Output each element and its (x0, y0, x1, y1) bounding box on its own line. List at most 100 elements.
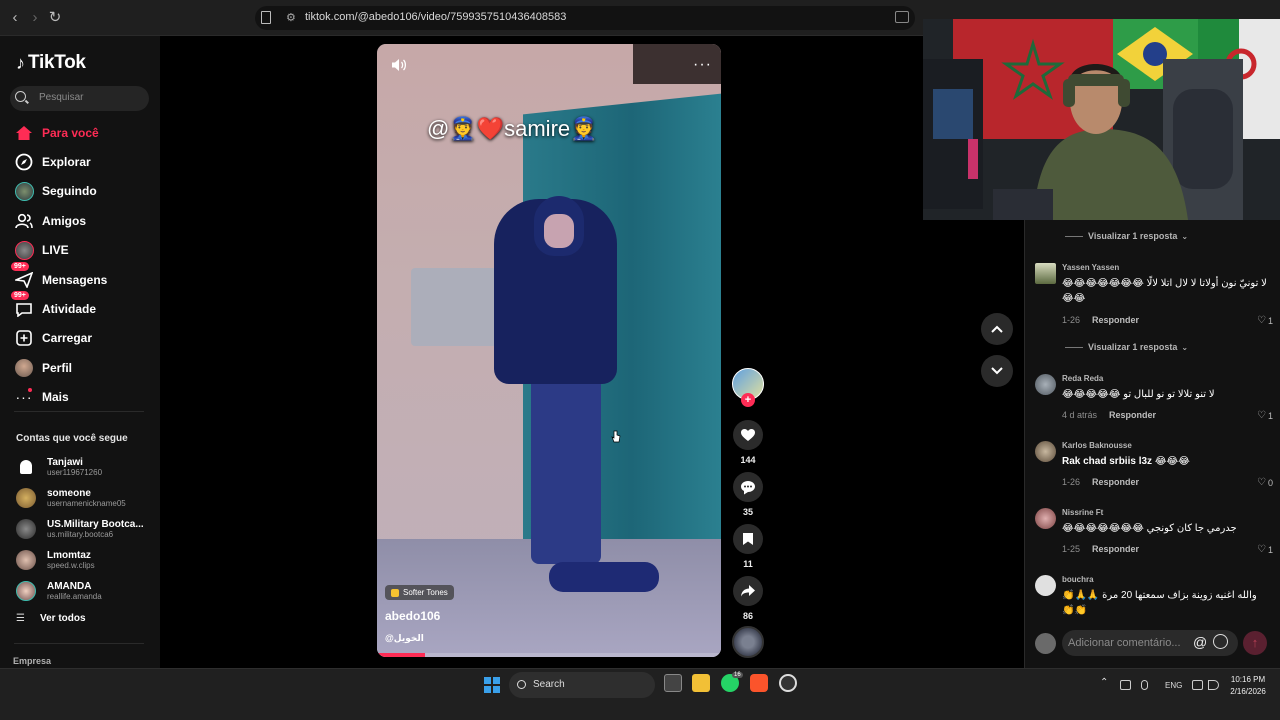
account-avatar (16, 550, 36, 570)
followed-account[interactable]: US.Military Bootca... us.military.bootca6 (16, 516, 144, 542)
commenter-avatar[interactable] (1035, 263, 1056, 284)
windows-start-icon[interactable] (484, 677, 500, 693)
sidebar-item-mensagens[interactable]: 99+ Mensagens (11, 262, 107, 291)
account-name: someone (47, 488, 91, 499)
sidebar-item-live[interactable]: LIVE (14, 239, 69, 261)
account-avatar (16, 519, 36, 539)
clock[interactable]: 10:16 PM 2/16/2026 (1226, 674, 1270, 698)
followed-account[interactable]: AMANDA reallife.amanda (16, 578, 102, 604)
video-overlay-text: @👮❤️samire👮 (427, 116, 598, 141)
mention-icon[interactable]: @ (1193, 634, 1207, 650)
commenter-avatar[interactable] (1035, 441, 1056, 462)
comment-like-button[interactable]: ♡ 0 (1257, 477, 1273, 488)
view-replies-button[interactable]: Visualizar 1 resposta ⌄ (1065, 231, 1188, 241)
messages-icon: 99+ (11, 262, 34, 290)
see-all-button[interactable]: ☰ Ver todos (16, 613, 86, 624)
sidebar-item-amigos[interactable]: Amigos (14, 210, 86, 232)
sidebar-divider (14, 643, 144, 644)
volume-icon[interactable] (1208, 680, 1219, 690)
sidebar-item-perfil[interactable]: Perfil (14, 357, 72, 379)
save-button[interactable] (733, 524, 763, 554)
commenter-name[interactable]: bouchra (1062, 575, 1094, 584)
company-link[interactable]: Empresa (13, 656, 51, 666)
sidebar-divider (14, 411, 144, 412)
followed-account[interactable]: someone usernamenickname05 (16, 485, 126, 511)
commenter-avatar[interactable] (1035, 374, 1056, 395)
view-replies-button[interactable]: Visualizar 1 resposta ⌄ (1065, 342, 1188, 352)
back-icon[interactable]: ‹ (6, 9, 24, 27)
language-indicator[interactable]: ENG (1165, 681, 1182, 690)
compass-icon (14, 152, 34, 172)
taskbar-search[interactable]: Search (509, 672, 655, 698)
task-view-icon[interactable] (664, 674, 682, 692)
sidebar-item-para-voce[interactable]: Para você (14, 122, 99, 144)
sidebar-item-explorar[interactable]: Explorar (14, 151, 91, 173)
following-accounts-title: Contas que você segue (16, 433, 128, 444)
commenter-name[interactable]: Reda Reda (1062, 374, 1103, 383)
music-chip[interactable]: Softer Tones (385, 585, 454, 600)
chevron-down-icon: ⌄ (1181, 342, 1189, 352)
microphone-icon[interactable] (1141, 680, 1148, 690)
follow-plus-icon[interactable]: + (741, 393, 755, 407)
next-video-button[interactable] (981, 355, 1013, 387)
like-count: 144 (740, 455, 756, 465)
sidebar: ♪ TikTok Pesquisar Para você Explorar Se… (0, 36, 160, 668)
commenter-name[interactable]: Yassen Yassen (1062, 263, 1119, 272)
commenter-avatar[interactable] (1035, 575, 1056, 596)
chevron-up-icon (991, 325, 1003, 333)
extension-icon[interactable] (895, 11, 909, 23)
reload-icon[interactable]: ↻ (46, 9, 64, 27)
site-info-icon[interactable]: ⚙ (286, 11, 296, 24)
video-caption[interactable]: @الخويل (385, 633, 424, 644)
followed-account[interactable]: Lmomtaz speed.w.clips (16, 547, 95, 573)
volume-icon[interactable] (391, 58, 407, 72)
address-bar[interactable]: ⚙ tiktok.com/@abedo106/video/75993575104… (255, 6, 915, 30)
share-icon (741, 585, 755, 597)
comment-like-count: 1 (1267, 544, 1273, 555)
current-user-avatar (1035, 633, 1056, 654)
reply-button[interactable]: Responder (1109, 410, 1156, 420)
like-button[interactable] (733, 420, 763, 450)
post-comment-button[interactable]: ↑ (1243, 631, 1267, 655)
chevron-up-icon[interactable]: ⌃ (1100, 677, 1108, 688)
followed-account[interactable]: Tanjawi user119671260 (16, 454, 102, 480)
commenter-name[interactable]: Karlos Baknousse (1062, 441, 1132, 450)
music-icon (391, 588, 399, 597)
sync-icon[interactable] (1120, 680, 1131, 690)
sidebar-item-seguindo[interactable]: Seguindo (14, 180, 97, 202)
share-button[interactable] (733, 576, 763, 606)
comment-like-button[interactable]: ♡ 1 (1257, 544, 1273, 555)
file-explorer-icon[interactable] (692, 674, 710, 692)
sidebar-item-carregar[interactable]: Carregar (14, 327, 92, 349)
emoji-icon[interactable] (1213, 634, 1228, 649)
commenter-name[interactable]: Nissrine Ft (1062, 508, 1103, 517)
brave-browser-icon[interactable] (750, 674, 768, 692)
commenter-avatar[interactable] (1035, 508, 1056, 529)
tiktok-logo[interactable]: ♪ TikTok (16, 52, 86, 74)
network-icon[interactable] (1192, 680, 1203, 690)
forward-icon[interactable]: › (26, 9, 44, 27)
search-icon (15, 91, 26, 102)
comment-like-count: 1 (1267, 410, 1273, 421)
video-progress-bar[interactable] (377, 653, 721, 657)
comment-meta: 1-26 Responder (1062, 477, 1139, 487)
live-icon (14, 240, 34, 260)
search-input[interactable]: Pesquisar (10, 86, 149, 111)
comment-text: جدرمي جا كان كونجي 😂😂😂😂😂😂😂 (1062, 523, 1237, 534)
music-disc-icon[interactable] (732, 626, 764, 658)
reply-button[interactable]: Responder (1092, 315, 1139, 325)
more-options-icon[interactable]: ··· (693, 56, 712, 74)
video-player[interactable]: @👮❤️samire👮 ··· Softer Tones abedo106 @ا… (377, 44, 721, 657)
url-text[interactable]: tiktok.com/@abedo106/video/7599357510436… (305, 11, 566, 23)
comment-like-button[interactable]: ♡ 1 (1257, 315, 1273, 326)
comment-button[interactable] (733, 472, 763, 502)
comment-like-button[interactable]: ♡ 1 (1257, 410, 1273, 421)
obs-icon[interactable] (779, 674, 797, 692)
reply-button[interactable]: Responder (1092, 544, 1139, 554)
sidebar-item-atividade[interactable]: 99+ Atividade (11, 291, 96, 320)
video-author[interactable]: abedo106 (385, 609, 440, 623)
previous-video-button[interactable] (981, 313, 1013, 345)
bookmark-icon[interactable] (261, 11, 271, 24)
sidebar-item-mais[interactable]: ··· Mais (14, 386, 69, 408)
reply-button[interactable]: Responder (1092, 477, 1139, 487)
